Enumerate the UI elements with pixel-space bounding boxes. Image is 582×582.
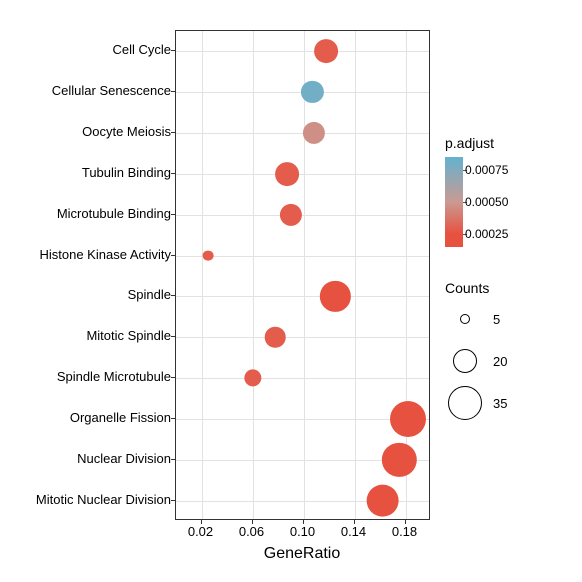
data-point xyxy=(303,122,325,144)
x-axis-tick-label: 0.10 xyxy=(290,524,315,539)
grid-line xyxy=(355,31,356,519)
size-legend-circle xyxy=(453,349,477,373)
size-legend-item: 5 xyxy=(445,300,575,338)
y-axis-label: Organelle Fission xyxy=(1,411,171,425)
dotplot-chart: Cell Cycle Cellular Senescence Oocyte Meio… xyxy=(0,0,582,582)
color-legend: p.adjust 0.00075 0.00050 0.00025 xyxy=(445,135,575,155)
grid-line xyxy=(176,378,429,379)
data-point xyxy=(315,40,339,64)
colorbar-tick: 0.00050 xyxy=(465,195,508,209)
x-axis-title: GeneRatio xyxy=(264,545,341,563)
y-axis-label: Mitotic Spindle xyxy=(1,329,171,343)
size-legend: Counts 5 20 35 xyxy=(445,280,575,426)
data-point xyxy=(275,162,299,186)
x-axis-tick-label: 0.14 xyxy=(341,524,366,539)
grid-line xyxy=(176,337,429,338)
size-legend-title: Counts xyxy=(445,280,575,296)
colorbar-tick: 0.00075 xyxy=(465,163,508,177)
y-axis-label: Cell Cycle xyxy=(1,43,171,57)
x-axis-tick-label: 0.06 xyxy=(239,524,264,539)
y-axis-label: Microtubule Binding xyxy=(1,207,171,221)
y-axis-label: Nuclear Division xyxy=(1,452,171,466)
data-point xyxy=(320,281,350,311)
size-legend-item: 20 xyxy=(445,342,575,380)
size-legend-circle xyxy=(448,386,482,420)
y-axis-label: Cellular Senescence xyxy=(1,84,171,98)
grid-line xyxy=(176,296,429,297)
grid-line xyxy=(176,256,429,257)
data-point xyxy=(301,81,323,103)
grid-line xyxy=(304,31,305,519)
grid-line xyxy=(202,31,203,519)
data-point xyxy=(265,327,286,348)
y-axis-label: Mitotic Nuclear Division xyxy=(1,493,171,507)
y-axis-label: Spindle xyxy=(1,288,171,302)
size-legend-circle xyxy=(460,314,470,324)
size-legend-item: 35 xyxy=(445,384,575,422)
data-point xyxy=(280,204,302,226)
grid-line xyxy=(176,51,429,52)
y-axis-label: Oocyte Meiosis xyxy=(1,125,171,139)
plot-panel xyxy=(175,30,430,520)
data-point xyxy=(244,369,261,386)
grid-line xyxy=(253,31,254,519)
y-axis-label: Tubulin Binding xyxy=(1,166,171,180)
data-point xyxy=(366,484,399,517)
x-axis-tick-label: 0.18 xyxy=(392,524,417,539)
grid-line xyxy=(176,174,429,175)
y-axis-label: Spindle Microtubule xyxy=(1,370,171,384)
y-axis-label: Histone Kinase Activity xyxy=(1,248,171,262)
x-axis-tick-label: 0.02 xyxy=(188,524,213,539)
data-point xyxy=(382,443,416,477)
color-legend-title: p.adjust xyxy=(445,135,575,151)
grid-line xyxy=(176,215,429,216)
data-point xyxy=(202,250,213,261)
data-point xyxy=(390,401,426,437)
colorbar-tick: 0.00025 xyxy=(465,227,508,241)
